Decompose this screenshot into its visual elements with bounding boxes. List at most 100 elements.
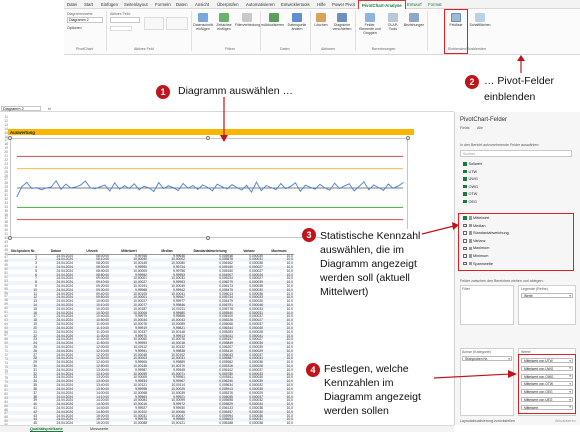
chart-resize-handle[interactable]	[8, 236, 12, 240]
change-source-button[interactable]: Datenquelle ändern	[286, 13, 308, 31]
tab-einfuegen[interactable]: Einfügen	[101, 2, 118, 7]
sheet-tab-qualitaetspruefkarte[interactable]: Qualitätsprüfkarte	[30, 427, 63, 432]
legend-area[interactable]	[518, 285, 576, 325]
data-point	[285, 188, 287, 190]
data-point	[378, 187, 380, 189]
pivot-chart[interactable]	[10, 138, 408, 238]
tab-seitenlayout[interactable]: Seitenlayout	[124, 2, 148, 7]
options-button[interactable]: Optionen	[67, 26, 82, 30]
field-checkbox[interactable]	[463, 199, 467, 204]
field-item[interactable]: OEG	[463, 200, 477, 204]
field-item[interactable]: OWG	[463, 185, 478, 189]
active-field-input[interactable]	[110, 17, 140, 23]
data-point	[104, 184, 106, 186]
tab-power-pivot[interactable]: Power Pivot	[332, 2, 355, 7]
annotation-arrow-4	[433, 370, 517, 379]
field-checkbox[interactable]	[463, 162, 467, 166]
data-point	[255, 181, 257, 183]
field-buttons-button[interactable]: Schaltflächen	[467, 13, 493, 27]
data-point	[65, 183, 67, 185]
tab-daten[interactable]: Daten	[176, 2, 187, 7]
defer-layout-checkbox[interactable]: Layoutaktualisierung zurückstellen	[460, 419, 515, 423]
group-pivotchart-label: PivotChart	[76, 47, 93, 51]
ribbon-tabs: Datei Start Einfügen Seitenlayout Formel…	[64, 0, 580, 9]
data-point	[295, 182, 297, 184]
tab-automatisieren[interactable]: Automatisieren	[246, 2, 275, 7]
pane-tab-all[interactable]: Alle	[477, 126, 483, 130]
group-separator	[427, 11, 428, 51]
insert-slicer-button[interactable]: Datenschnitt einfügen	[193, 13, 213, 31]
field-checkbox[interactable]	[463, 169, 467, 174]
tab-ueberpruefen[interactable]: Überprüfen	[217, 2, 239, 7]
annotation-text-3: Statistische Kennzahl auswählen, die im …	[320, 229, 421, 299]
data-point	[192, 184, 194, 186]
filter-area-label: Filter	[462, 287, 470, 291]
tab-start[interactable]: Start	[84, 2, 93, 7]
sheet-tab-bar: Qualitätsprüfkarte Messwerte	[0, 425, 454, 432]
data-point	[319, 183, 321, 185]
tab-formeln[interactable]: Formeln	[155, 2, 171, 7]
tab-ansicht[interactable]: Ansicht	[195, 2, 209, 7]
data-point	[36, 187, 38, 189]
insert-timeline-button[interactable]: Zeitachse einfügen	[214, 13, 234, 31]
data-point	[45, 187, 47, 189]
tab-entwicklertools[interactable]: Entwicklertools	[281, 2, 310, 7]
field-item[interactable]: UTW	[463, 170, 477, 174]
annotation-text-2b: einblenden	[484, 90, 536, 104]
fields-items-icon	[365, 13, 375, 22]
field-item[interactable]: UWG	[463, 177, 478, 181]
data-point	[128, 187, 130, 189]
chart-resize-handle[interactable]	[206, 236, 210, 240]
tab-format[interactable]: Format	[428, 2, 442, 7]
tab-hilfe[interactable]: Hilfe	[317, 2, 326, 7]
data-table: Stichproben Nr. Datum Uhrzeit Mittelwert…	[8, 248, 294, 425]
chart-resize-handle[interactable]	[406, 136, 410, 140]
tab-datei[interactable]: Datei	[67, 2, 77, 7]
update-button[interactable]: Aktualisieren	[555, 419, 576, 423]
field-item[interactable]: OTW	[463, 192, 477, 196]
group-data-label: Daten	[280, 47, 290, 51]
field-checkbox[interactable]	[463, 177, 467, 181]
insert-slicer-label: Datenschnitt einfügen	[193, 23, 213, 32]
relationships-button[interactable]: Beziehungen	[403, 13, 425, 27]
pane-title: PivotChart-Felder	[460, 117, 508, 123]
fields-items-button[interactable]: Felder, Elemente und Gruppen	[357, 13, 383, 36]
relationships-icon	[409, 13, 419, 22]
data-point	[89, 187, 91, 189]
field-checkbox[interactable]	[463, 192, 467, 196]
legend-field-pill[interactable]: Werte	[521, 293, 573, 298]
name-box[interactable]: Diagramm 2	[1, 106, 41, 111]
data-point	[177, 189, 179, 191]
olap-button[interactable]: OLAP-Tools	[384, 13, 402, 31]
chart-resize-handle[interactable]	[8, 136, 12, 140]
annotation-arrow-3	[421, 222, 459, 235]
annotation-line: Diagramm angezeigt	[320, 257, 421, 271]
move-chart-button[interactable]: Diagramm verschieben	[331, 13, 353, 31]
data-point	[21, 186, 23, 188]
data-point	[75, 186, 77, 188]
axis-field-pill[interactable]: Stichproben Nr.	[462, 356, 512, 361]
tab-entwurf[interactable]: Entwurf	[407, 2, 422, 7]
refresh-button[interactable]: Aktualisieren	[263, 13, 285, 27]
field-search-input[interactable]: Suchen	[460, 150, 572, 157]
active-field-label: Aktives Feld:	[110, 12, 131, 16]
data-point	[392, 187, 394, 189]
filter-connections-button[interactable]: Filterverbindungen	[235, 13, 264, 27]
field-settings-button[interactable]	[110, 26, 132, 31]
field-checkbox[interactable]	[463, 184, 467, 189]
expand-collapse-buttons[interactable]	[166, 17, 188, 30]
clear-button[interactable]: Löschen	[312, 13, 330, 27]
group-separator	[106, 11, 107, 51]
tab-pivotchart-analyse[interactable]: PivotChart-Analyse	[358, 0, 406, 9]
data-point	[343, 185, 345, 187]
chart-resize-handle[interactable]	[206, 136, 210, 140]
data-point	[60, 188, 62, 190]
field-item[interactable]: Sollwert	[463, 162, 482, 166]
filter-area[interactable]	[460, 285, 514, 325]
pane-tab-fields[interactable]: Fields	[460, 126, 470, 130]
drill-buttons[interactable]	[144, 17, 164, 30]
data-point	[231, 184, 233, 186]
sheet-tab-messwerte[interactable]: Messwerte	[90, 427, 108, 431]
relationships-label: Beziehungen	[403, 23, 425, 27]
chart-name-input[interactable]: Diagramm 2	[67, 17, 103, 23]
